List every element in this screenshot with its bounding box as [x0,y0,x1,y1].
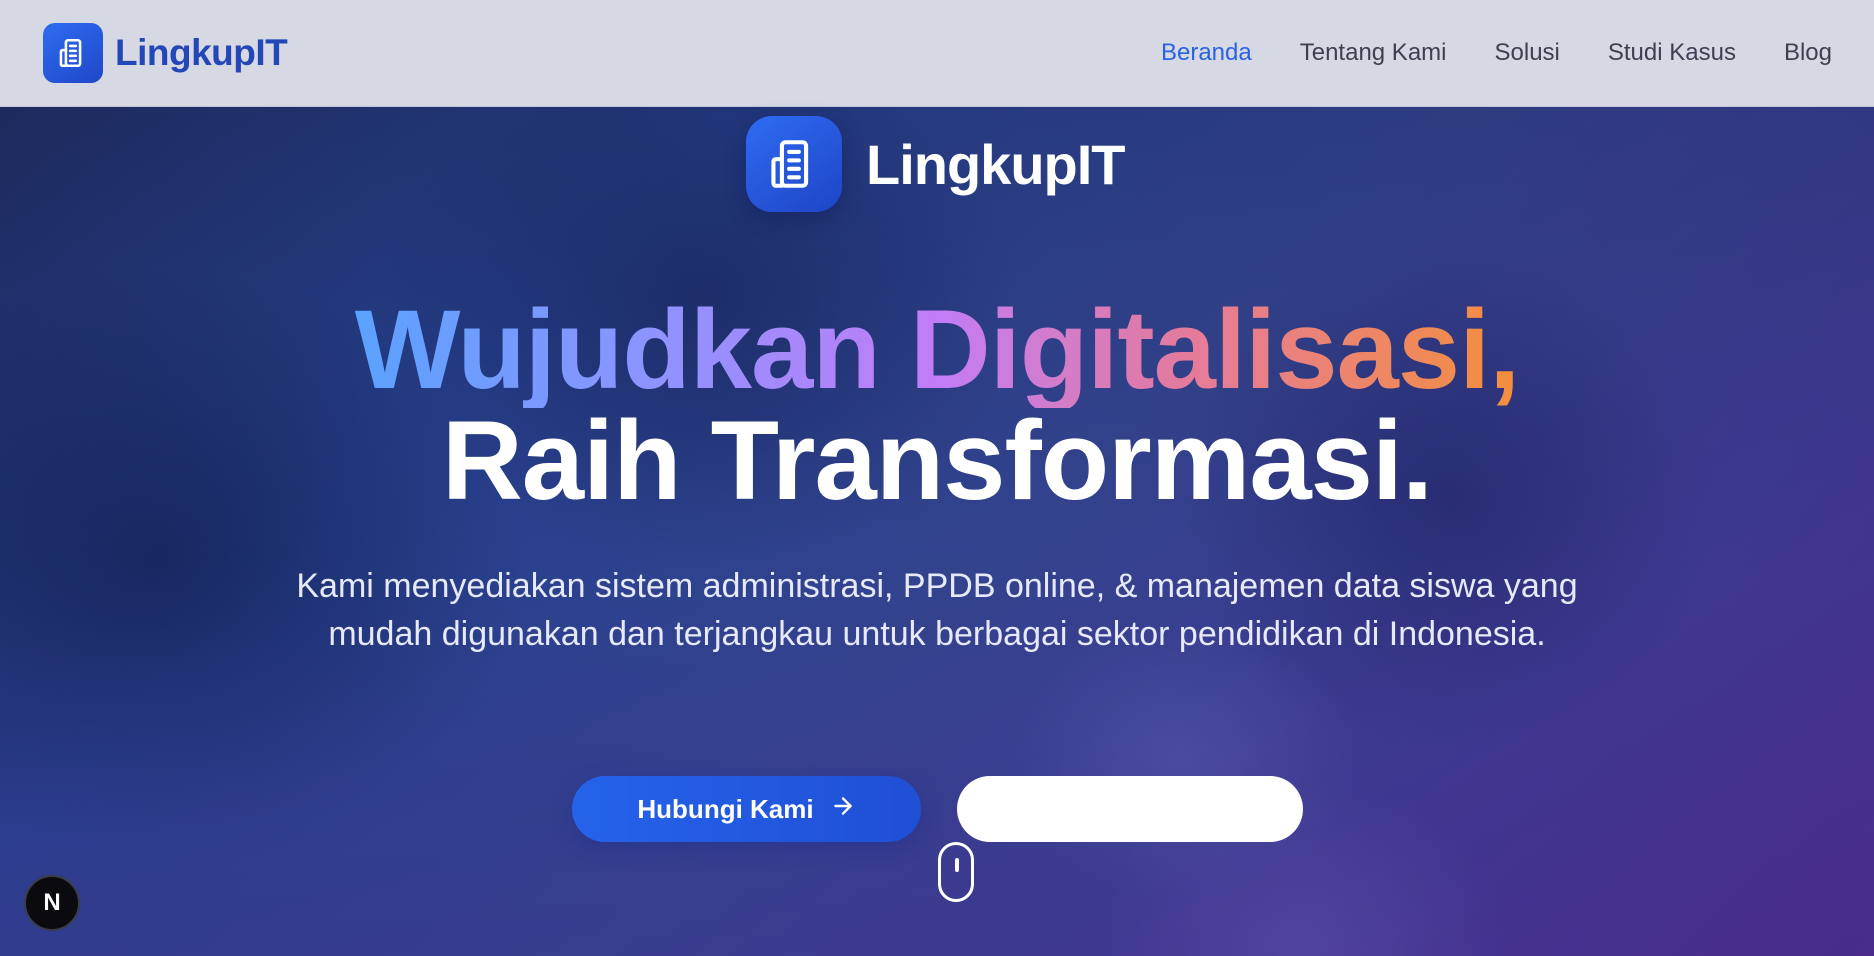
headline-gradient-line: Wujudkan Digitalisasi, [354,287,1521,412]
contact-us-label: Hubungi Kami [637,793,814,824]
headline-white-line: Raih Transformasi. [441,398,1433,523]
secondary-button[interactable] [957,776,1303,842]
brand-logo[interactable]: LingkupIT [43,23,288,83]
nav-link-blog[interactable]: Blog [1784,39,1832,67]
dev-badge-label: N [43,889,61,916]
nav-link-studi-kasus[interactable]: Studi Kasus [1608,39,1736,67]
dev-tools-badge[interactable]: N [24,875,80,931]
building-icon [43,23,103,83]
main-nav: Beranda Tentang Kami Solusi Studi Kasus … [1161,39,1832,67]
mouse-scroll-icon[interactable] [938,842,974,902]
scroll-wheel-dot [955,858,959,872]
building-icon [746,116,842,212]
hero-headline: Wujudkan Digitalisasi, Raih Transformasi… [0,287,1874,523]
contact-us-button[interactable]: Hubungi Kami [572,776,921,842]
nav-link-solusi[interactable]: Solusi [1495,39,1560,67]
hero-logo-name: LingkupIT [866,132,1126,196]
arrow-right-icon [830,793,856,826]
hero-subtitle: Kami menyediakan sistem administrasi, PP… [296,567,1578,653]
brand-name: LingkupIT [115,32,288,73]
hero-logo: LingkupIT [746,116,1126,212]
nav-link-tentang-kami[interactable]: Tentang Kami [1300,39,1447,67]
navbar: LingkupIT Beranda Tentang Kami Solusi St… [0,0,1874,107]
nav-link-beranda[interactable]: Beranda [1161,39,1252,67]
